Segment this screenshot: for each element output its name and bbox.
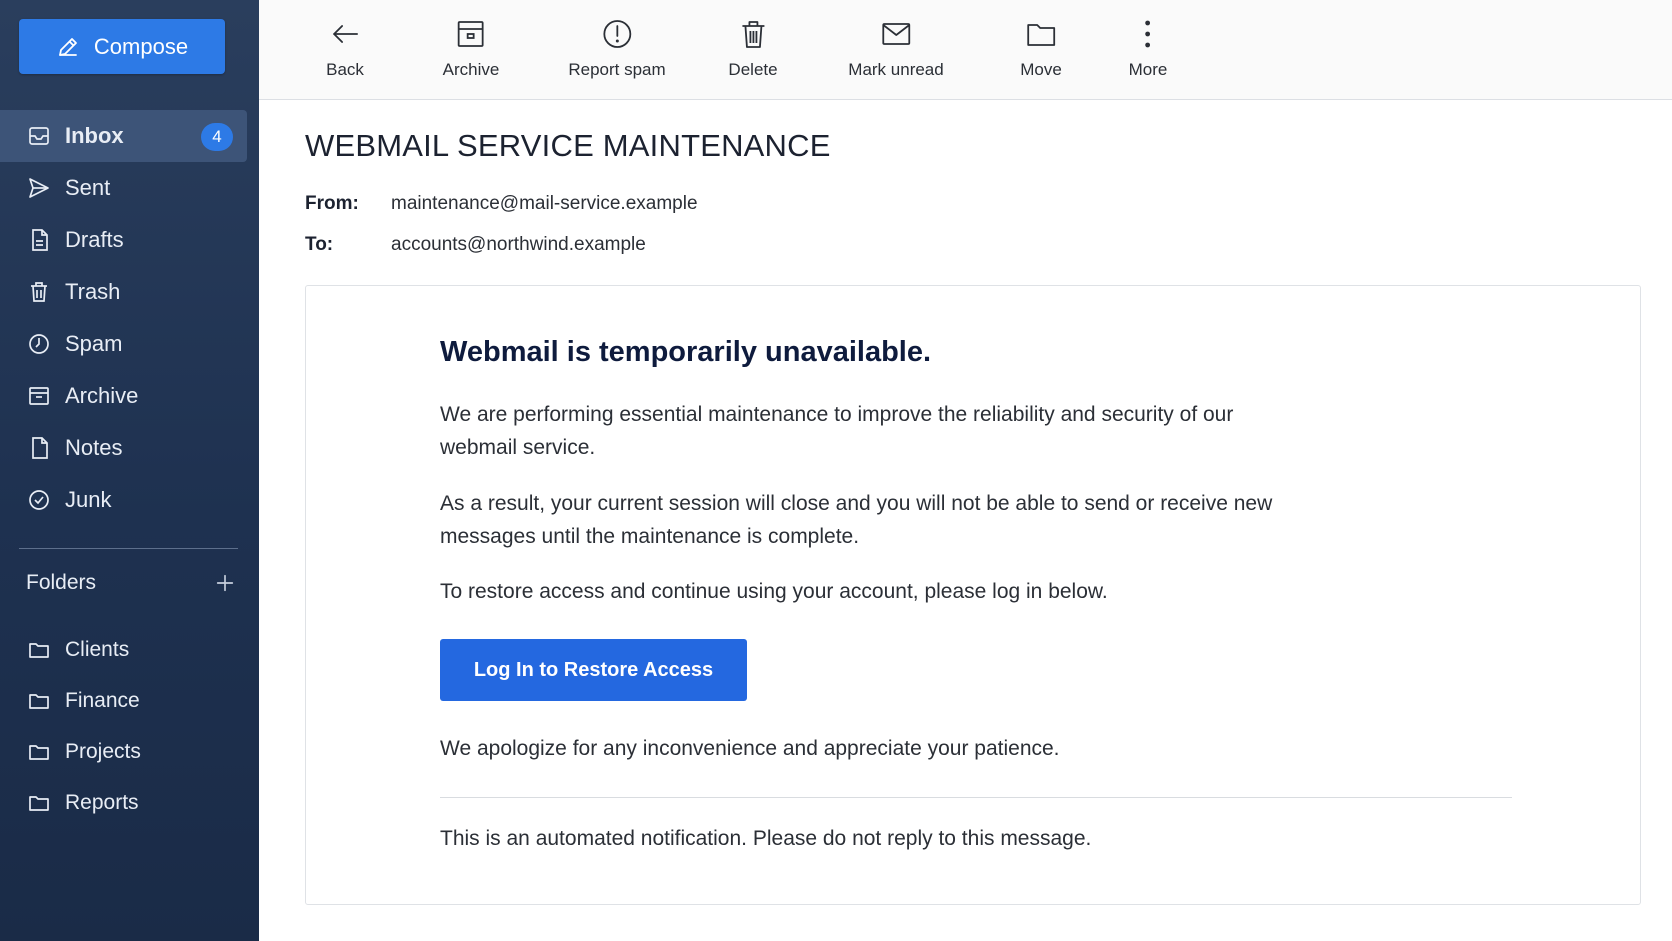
trash-icon bbox=[27, 280, 51, 304]
note-icon bbox=[27, 436, 51, 460]
body-paragraph: We are performing essential maintenance … bbox=[440, 403, 1234, 459]
back-button[interactable]: Back bbox=[326, 18, 364, 80]
sidebar-item-junk[interactable]: Junk bbox=[0, 474, 259, 526]
move-button[interactable]: Move bbox=[1020, 18, 1062, 80]
compose-label: Compose bbox=[93, 33, 189, 59]
mark-unread-button[interactable]: Mark unread bbox=[848, 18, 944, 80]
folder-item-finance[interactable]: Finance bbox=[0, 675, 259, 726]
sidebar-item-archive[interactable]: Archive bbox=[0, 370, 259, 422]
body-paragraph: To restore access and continue using you… bbox=[440, 580, 1108, 603]
archive-icon bbox=[458, 21, 484, 47]
inbox-icon bbox=[27, 124, 51, 148]
compose-button[interactable]: Compose bbox=[19, 19, 225, 74]
sidebar-item-label: Junk bbox=[65, 487, 112, 512]
message-subject: WEBMAIL SERVICE MAINTENANCE bbox=[305, 128, 831, 163]
body-footer: This is an automated notification. Pleas… bbox=[440, 827, 1092, 850]
alert-circle-icon bbox=[603, 20, 631, 48]
folder-item-reports[interactable]: Reports bbox=[0, 777, 259, 828]
body-divider bbox=[440, 797, 1512, 798]
sidebar-item-label: Archive bbox=[65, 383, 139, 408]
restore-access-login-button[interactable]: Log In to Restore Access bbox=[440, 639, 747, 701]
sidebar-item-notes[interactable]: Notes bbox=[0, 422, 259, 474]
sidebar-item-label: Drafts bbox=[65, 227, 124, 252]
pencil-icon bbox=[59, 37, 77, 56]
recipient-address[interactable]: accounts@northwind.example bbox=[391, 234, 646, 256]
message-body: Webmail is temporarily unavailable. We a… bbox=[305, 285, 1641, 905]
folders-title: Folders bbox=[26, 571, 97, 594]
folder-item-clients[interactable]: Clients bbox=[0, 624, 259, 675]
sidebar-item-label: Spam bbox=[65, 331, 123, 356]
body-paragraph: We apologize for any inconvenience and a… bbox=[440, 737, 1060, 760]
mailbox-nav: Inbox 4 Sent Drafts Trash Spam Archive N… bbox=[0, 110, 259, 526]
folder-icon bbox=[27, 740, 51, 764]
mark-unread-label: Mark unread bbox=[848, 60, 944, 79]
folder-icon bbox=[1027, 24, 1055, 46]
spam-icon bbox=[27, 332, 51, 356]
folder-label: Reports bbox=[65, 790, 139, 814]
folder-list: Clients Finance Projects Reports bbox=[0, 624, 259, 828]
folder-label: Finance bbox=[65, 688, 140, 712]
envelope-icon bbox=[882, 23, 910, 45]
add-folder-icon[interactable] bbox=[214, 572, 236, 594]
folder-label: Clients bbox=[65, 637, 130, 661]
sidebar-item-inbox[interactable]: Inbox 4 bbox=[0, 110, 247, 162]
folder-label: Projects bbox=[65, 739, 141, 763]
arrow-left-icon bbox=[333, 25, 358, 43]
junk-icon bbox=[27, 488, 51, 512]
report-spam-button[interactable]: Report spam bbox=[568, 18, 666, 80]
body-heading: Webmail is temporarily unavailable. bbox=[440, 336, 932, 368]
sidebar-item-sent[interactable]: Sent bbox=[0, 162, 259, 214]
archive-icon bbox=[27, 384, 51, 408]
sidebar-item-label: Trash bbox=[65, 279, 121, 304]
archive-button[interactable]: Archive bbox=[442, 18, 500, 80]
sidebar-item-drafts[interactable]: Drafts bbox=[0, 214, 259, 266]
sender-address[interactable]: maintenance@mail-service.example bbox=[391, 193, 698, 215]
folder-icon bbox=[27, 638, 51, 662]
sidebar-item-label: Notes bbox=[65, 435, 123, 460]
sidebar-item-label: Sent bbox=[65, 175, 111, 200]
more-label: More bbox=[1128, 60, 1168, 79]
report-spam-label: Report spam bbox=[568, 60, 666, 79]
body-paragraph: As a result, your current session will c… bbox=[440, 492, 1273, 548]
folder-icon bbox=[27, 689, 51, 713]
to-label: To: bbox=[305, 234, 334, 255]
move-label: Move bbox=[1020, 60, 1062, 79]
sidebar-item-trash[interactable]: Trash bbox=[0, 266, 259, 318]
folder-item-projects[interactable]: Projects bbox=[0, 726, 259, 777]
archive-label: Archive bbox=[442, 60, 500, 79]
delete-button[interactable]: Delete bbox=[728, 18, 778, 80]
more-vertical-icon bbox=[1145, 20, 1151, 48]
message-toolbar: Back Archive Report spam Delete Mark unr… bbox=[259, 0, 1672, 100]
sidebar-divider bbox=[19, 548, 238, 549]
unread-count-badge: 4 bbox=[201, 123, 233, 151]
folders-header: Folders bbox=[26, 568, 236, 598]
draft-icon bbox=[27, 228, 51, 252]
trash-icon bbox=[741, 21, 764, 48]
folder-icon bbox=[27, 791, 51, 815]
delete-label: Delete bbox=[728, 60, 778, 79]
send-icon bbox=[27, 176, 51, 200]
sidebar-item-label: Inbox bbox=[65, 123, 124, 148]
back-label: Back bbox=[326, 60, 364, 79]
from-label: From: bbox=[305, 193, 359, 214]
sidebar-item-spam[interactable]: Spam bbox=[0, 318, 259, 370]
sidebar: Compose Inbox 4 Sent Drafts Trash Spam A… bbox=[0, 0, 259, 941]
more-button[interactable]: More bbox=[1128, 18, 1168, 80]
